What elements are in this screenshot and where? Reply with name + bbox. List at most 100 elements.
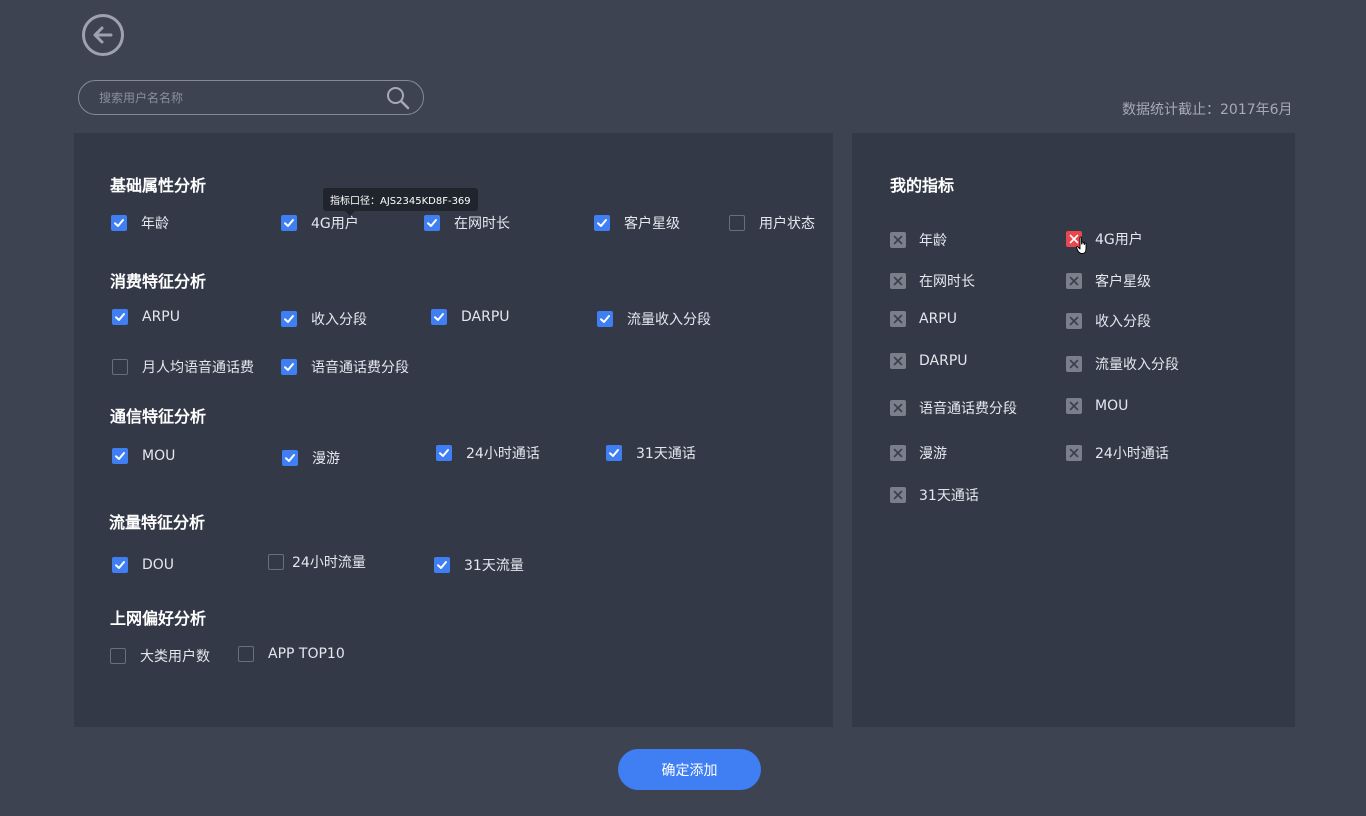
checkbox[interactable] bbox=[436, 445, 452, 461]
my-metric-item: MOU bbox=[1066, 398, 1128, 414]
checkbox[interactable] bbox=[110, 648, 126, 664]
close-icon bbox=[1069, 359, 1079, 369]
section-title-consumption: 消费特征分析 bbox=[110, 272, 207, 291]
checkbox-item-31d-calls[interactable]: 31天通话 bbox=[606, 443, 696, 463]
checkbox-item-age[interactable]: 年龄 bbox=[111, 213, 169, 233]
close-icon bbox=[893, 448, 903, 458]
my-metric-item: 流量收入分段 bbox=[1066, 354, 1179, 374]
checkmark-icon bbox=[427, 219, 437, 227]
checkbox-label: 漫游 bbox=[312, 451, 340, 467]
remove-button[interactable] bbox=[890, 445, 906, 461]
checkbox[interactable] bbox=[268, 554, 284, 570]
checkbox[interactable] bbox=[112, 448, 128, 464]
checkbox-item-income-segment[interactable]: 收入分段 bbox=[281, 309, 367, 329]
checkbox-item-traffic-income-segment[interactable]: 流量收入分段 bbox=[597, 309, 711, 329]
checkbox-label: 31天流量 bbox=[464, 558, 524, 574]
metric-tooltip: 指标口径：AJS2345KD8F-369 bbox=[323, 188, 478, 216]
close-icon bbox=[893, 314, 903, 324]
checkmark-icon bbox=[434, 313, 444, 321]
section-title-communication: 通信特征分析 bbox=[110, 407, 207, 426]
checkbox-item-31d-traffic[interactable]: 31天流量 bbox=[434, 555, 524, 575]
checkbox[interactable] bbox=[729, 215, 745, 231]
checkbox-item-user-status[interactable]: 用户状态 bbox=[729, 213, 815, 233]
checkbox-item-roaming[interactable]: 漫游 bbox=[282, 448, 340, 468]
remove-button[interactable] bbox=[1066, 398, 1082, 414]
remove-button[interactable] bbox=[1066, 313, 1082, 329]
checkbox-label: 月人均语音通话费 bbox=[142, 360, 254, 376]
checkmark-icon bbox=[437, 561, 447, 569]
checkbox-label: MOU bbox=[142, 448, 176, 464]
close-icon bbox=[1069, 276, 1079, 286]
checkbox-item-customer-level[interactable]: 客户星级 bbox=[594, 213, 680, 233]
my-metric-item: 在网时长 bbox=[890, 271, 975, 291]
checkbox[interactable] bbox=[424, 215, 440, 231]
remove-button[interactable] bbox=[890, 400, 906, 416]
checkbox-item-tenure[interactable]: 在网时长 bbox=[424, 213, 510, 233]
remove-button[interactable] bbox=[1066, 356, 1082, 372]
search-input[interactable] bbox=[99, 81, 379, 114]
close-icon bbox=[893, 403, 903, 413]
remove-button[interactable] bbox=[890, 311, 906, 327]
checkbox[interactable] bbox=[112, 309, 128, 325]
checkbox[interactable] bbox=[431, 309, 447, 325]
remove-button[interactable] bbox=[1066, 273, 1082, 289]
checkbox-item-4g-user[interactable]: 4G用户 bbox=[281, 213, 359, 233]
confirm-add-button[interactable]: 确定添加 bbox=[618, 749, 761, 790]
checkmark-icon bbox=[284, 315, 294, 323]
close-icon bbox=[893, 276, 903, 286]
checkbox-item-dou[interactable]: DOU bbox=[112, 557, 174, 573]
my-metric-label: DARPU bbox=[919, 353, 968, 369]
my-metric-item: DARPU bbox=[890, 353, 968, 369]
checkbox[interactable] bbox=[281, 215, 297, 231]
checkmark-icon bbox=[284, 363, 294, 371]
my-metric-label: 漫游 bbox=[919, 446, 947, 462]
checkbox[interactable] bbox=[606, 445, 622, 461]
remove-button[interactable] bbox=[1066, 445, 1082, 461]
checkbox-item-darpu[interactable]: DARPU bbox=[431, 309, 510, 325]
my-metric-label: 收入分段 bbox=[1095, 314, 1151, 330]
my-metric-label: 年龄 bbox=[919, 233, 947, 249]
my-metric-item: ARPU bbox=[890, 311, 957, 327]
checkbox[interactable] bbox=[281, 311, 297, 327]
checkmark-icon bbox=[285, 454, 295, 462]
checkbox[interactable] bbox=[112, 557, 128, 573]
close-icon bbox=[1069, 448, 1079, 458]
checkbox-item-mou[interactable]: MOU bbox=[112, 448, 175, 464]
checkbox[interactable] bbox=[282, 450, 298, 466]
my-metric-item: 客户星级 bbox=[1066, 271, 1151, 291]
checkbox-label: 用户状态 bbox=[759, 216, 815, 232]
checkbox-item-24h-traffic[interactable]: 24小时流量 bbox=[268, 552, 366, 572]
checkmark-icon bbox=[439, 449, 449, 457]
search-box bbox=[78, 80, 424, 115]
checkbox[interactable] bbox=[594, 215, 610, 231]
checkbox-item-app-top10[interactable]: APP TOP10 bbox=[238, 646, 345, 662]
my-metric-label: 24小时通话 bbox=[1095, 446, 1169, 462]
remove-button[interactable] bbox=[890, 232, 906, 248]
back-button[interactable] bbox=[82, 14, 124, 56]
remove-button[interactable] bbox=[890, 273, 906, 289]
remove-button[interactable] bbox=[890, 353, 906, 369]
checkbox[interactable] bbox=[597, 311, 613, 327]
checkbox-label: 语音通话费分段 bbox=[311, 360, 409, 376]
search-icon[interactable] bbox=[385, 85, 411, 111]
checkbox-item-arpu[interactable]: ARPU bbox=[112, 309, 180, 325]
checkmark-icon bbox=[115, 313, 125, 321]
checkbox-item-avg-voice-fee[interactable]: 月人均语音通话费 bbox=[112, 357, 254, 377]
my-metric-item: 31天通话 bbox=[890, 485, 979, 505]
my-metric-item: 24小时通话 bbox=[1066, 443, 1169, 463]
checkbox-item-category-users[interactable]: 大类用户数 bbox=[110, 646, 210, 666]
checkbox-label: 4G用户 bbox=[311, 216, 359, 232]
checkbox[interactable] bbox=[434, 557, 450, 573]
checkbox-item-voice-fee-segment[interactable]: 语音通话费分段 bbox=[281, 357, 409, 377]
checkbox-label: 在网时长 bbox=[454, 216, 510, 232]
remove-button[interactable] bbox=[890, 487, 906, 503]
checkbox-item-24h-calls[interactable]: 24小时通话 bbox=[436, 443, 540, 463]
checkbox[interactable] bbox=[112, 359, 128, 375]
my-metric-item: 收入分段 bbox=[1066, 311, 1151, 331]
checkbox-label: 31天通话 bbox=[636, 446, 696, 462]
checkbox[interactable] bbox=[238, 646, 254, 662]
checkbox-label: 24小时流量 bbox=[292, 555, 366, 571]
checkbox[interactable] bbox=[281, 359, 297, 375]
checkbox[interactable] bbox=[111, 215, 127, 231]
my-metric-label: 在网时长 bbox=[919, 274, 975, 290]
